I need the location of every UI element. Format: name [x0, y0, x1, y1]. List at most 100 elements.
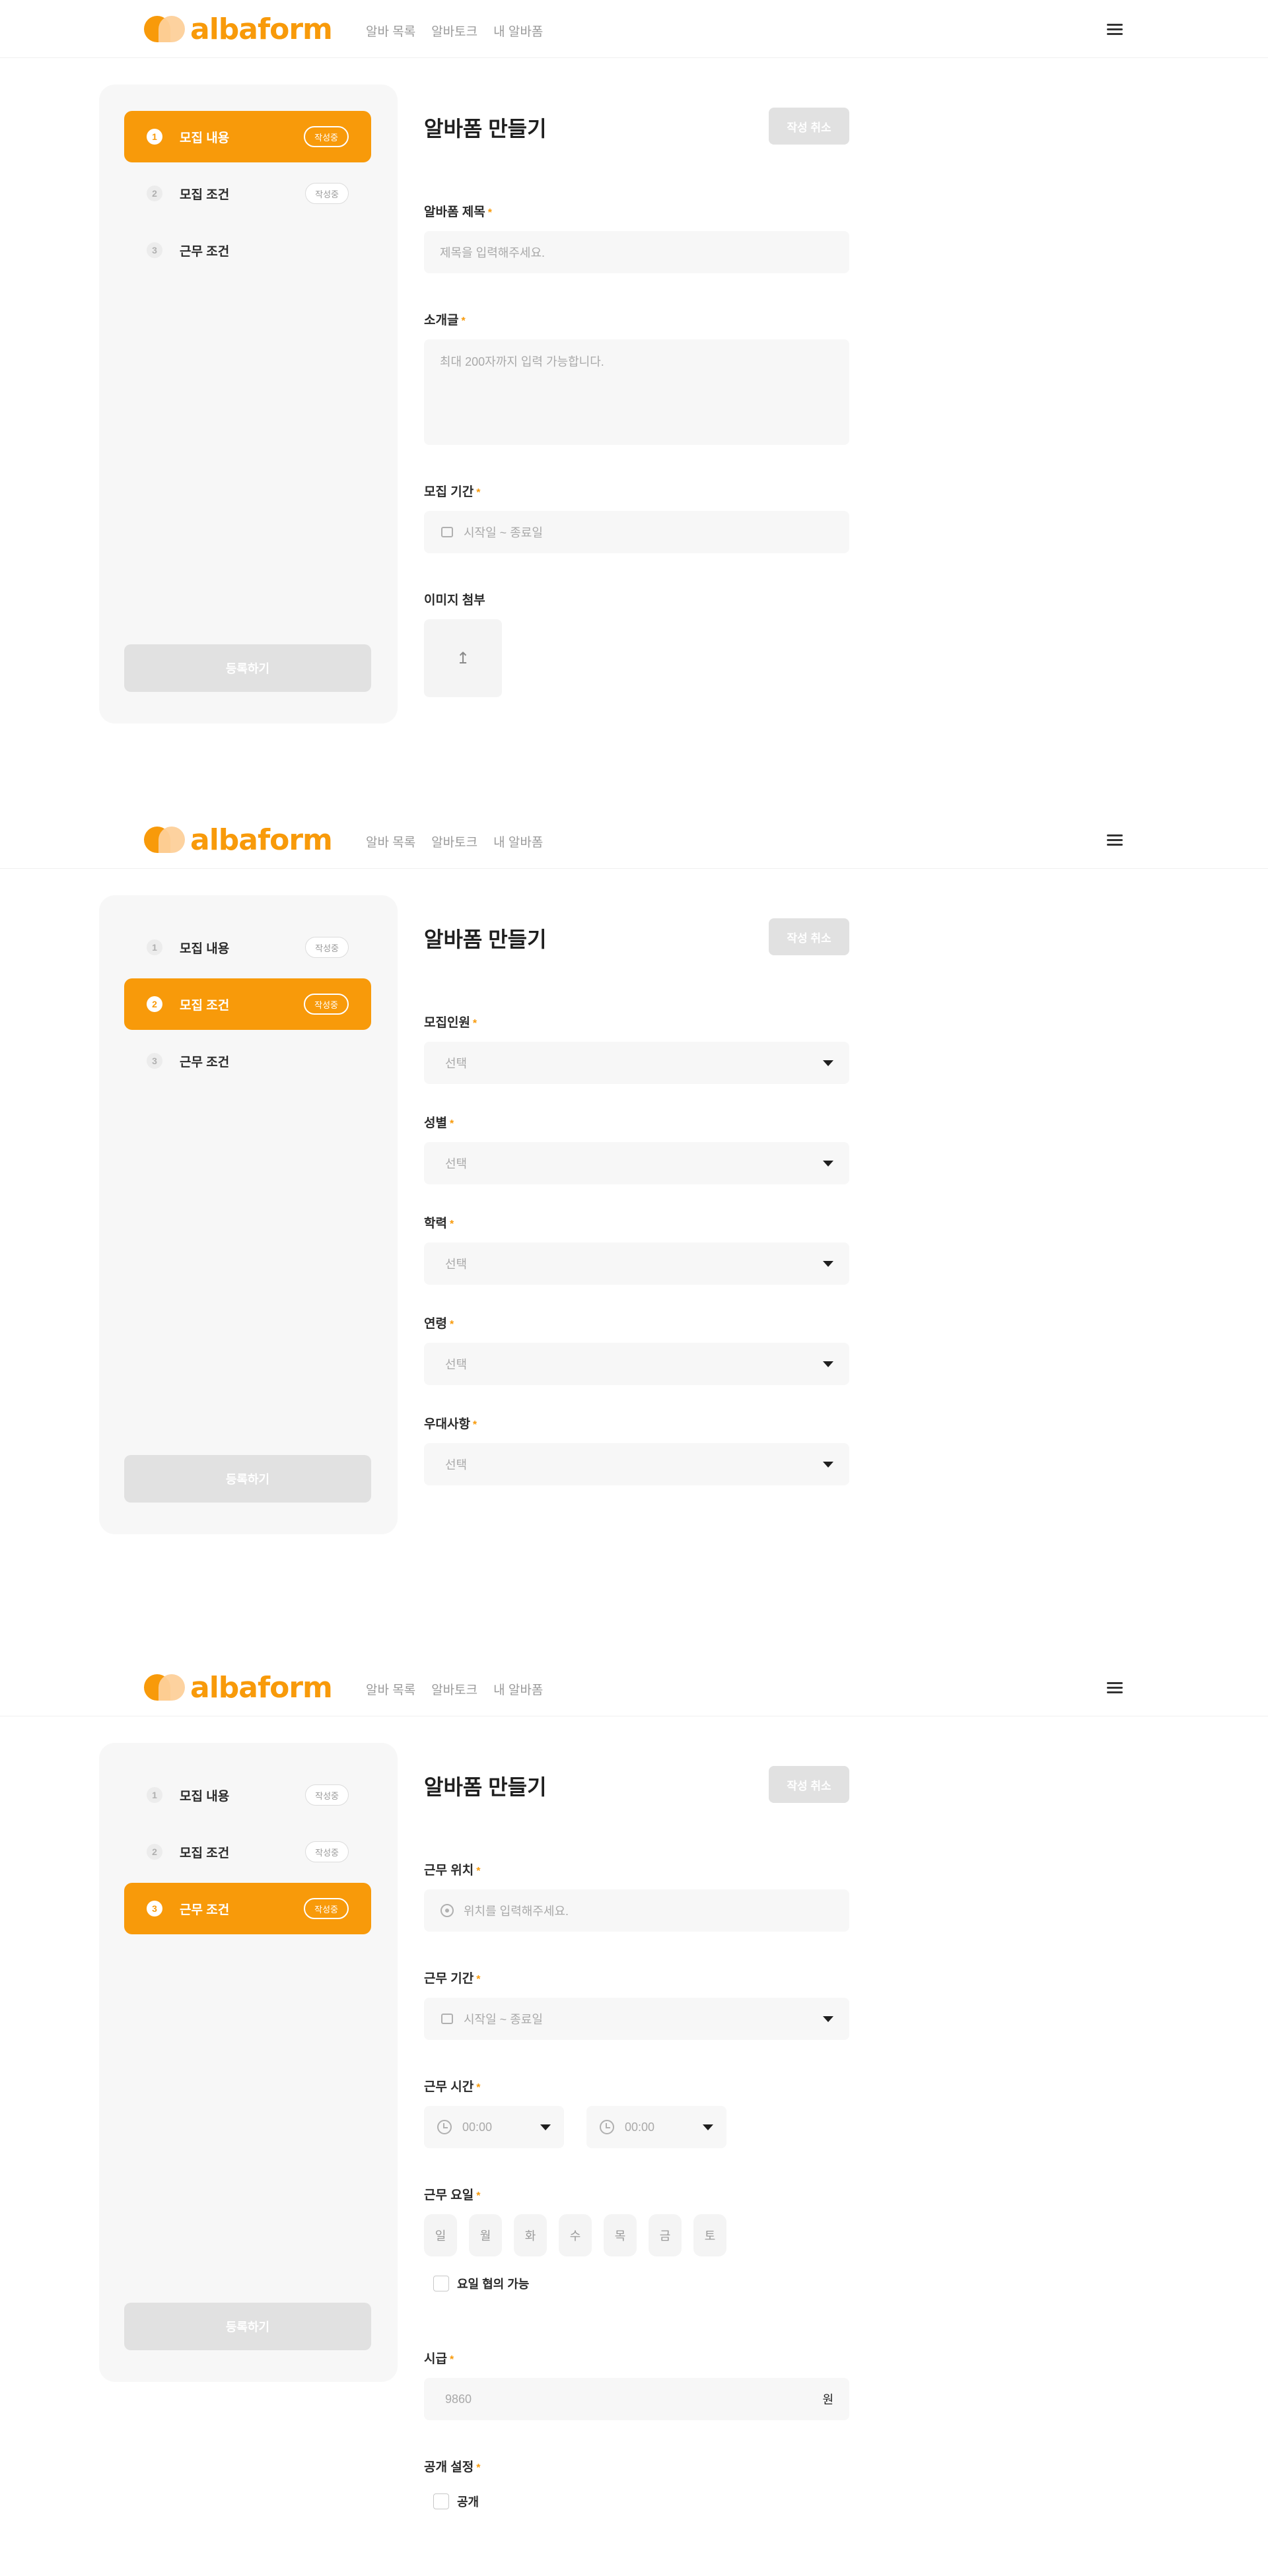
step-number: 2	[147, 1844, 162, 1860]
preference-select[interactable]: 선택	[424, 1443, 849, 1485]
step-number: 1	[147, 129, 162, 145]
cancel-button[interactable]: 작성 취소	[769, 108, 849, 145]
step-number: 2	[147, 996, 162, 1012]
location-pin-icon	[440, 1903, 454, 1918]
step-label: 모집 조건	[180, 187, 230, 202]
step-item-work-condition[interactable]: 3 근무 조건	[124, 224, 371, 276]
recruit-period-input[interactable]: 시작일 ~ 종료일	[424, 511, 849, 553]
wage-input[interactable]: 9860 원	[424, 2378, 849, 2420]
header: albaform 알바 목록 알바토크 내 알바폼	[0, 1658, 1268, 1716]
step-label: 근무 조건	[180, 1903, 230, 1917]
day-toggle-sun[interactable]: 일	[424, 2214, 457, 2256]
chevron-down-icon	[823, 1361, 833, 1367]
step-item-work-condition[interactable]: 3 근무 조건	[124, 1035, 371, 1087]
end-time-select[interactable]: 00:00	[586, 2106, 726, 2148]
day-toggle-tue[interactable]: 화	[514, 2214, 547, 2256]
chevron-down-icon	[540, 2124, 551, 2130]
work-period-select[interactable]: 시작일 ~ 종료일	[424, 1998, 849, 2040]
day-toggle-sat[interactable]: 토	[693, 2214, 726, 2256]
cancel-button[interactable]: 작성 취소	[769, 1766, 849, 1803]
day-toggle-thu[interactable]: 목	[604, 2214, 637, 2256]
nav-alba-talk[interactable]: 알바토크	[431, 1680, 477, 1698]
nav-my-albaform[interactable]: 내 알바폼	[493, 832, 543, 850]
step-item-work-condition[interactable]: 3 근무 조건 작성중	[124, 1883, 371, 1934]
step-sidebar: 1 모집 내용 작성중 2 모집 조건 작성중 3 근무 조건 등록하기	[99, 85, 398, 724]
clock-icon	[437, 2120, 452, 2134]
education-select[interactable]: 선택	[424, 1242, 849, 1285]
step-label: 모집 내용	[180, 131, 230, 145]
page-title: 알바폼 만들기	[424, 117, 547, 141]
logo-text: albaform	[190, 12, 333, 46]
field-label-recruit-period: 모집 기간 *	[424, 485, 481, 499]
header: albaform 알바 목록 알바토크 내 알바폼	[0, 0, 1268, 58]
day-toggle-fri[interactable]: 금	[649, 2214, 682, 2256]
clock-icon	[600, 2120, 614, 2134]
nav-my-albaform[interactable]: 내 알바폼	[493, 22, 543, 40]
status-badge: 작성중	[305, 183, 349, 204]
calendar-icon	[440, 525, 454, 539]
image-upload-button[interactable]: ↥	[424, 619, 502, 697]
day-toggle-wed[interactable]: 수	[559, 2214, 592, 2256]
step-label: 근무 조건	[180, 244, 230, 259]
nav-alba-talk[interactable]: 알바토크	[431, 22, 477, 40]
location-input[interactable]: 위치를 입력해주세요.	[424, 1889, 849, 1932]
submit-button[interactable]: 등록하기	[124, 2303, 371, 2350]
day-toggle-mon[interactable]: 월	[469, 2214, 502, 2256]
submit-button[interactable]: 등록하기	[124, 1455, 371, 1503]
main-nav: 알바 목록 알바토크 내 알바폼	[366, 832, 543, 850]
logo[interactable]: albaform	[144, 823, 333, 857]
nav-my-albaform[interactable]: 내 알바폼	[493, 1680, 543, 1698]
checkbox-label: 요일 협의 가능	[457, 2278, 530, 2291]
step-number: 3	[147, 1053, 162, 1069]
step-sidebar: 1 모집 내용 작성중 2 모집 조건 작성중 3 근무 조건 등록하기	[99, 895, 398, 1534]
field-label-education: 학력 *	[424, 1217, 454, 1231]
step-item-recruit-condition[interactable]: 2 모집 조건 작성중	[124, 978, 371, 1030]
chevron-down-icon	[823, 1260, 833, 1267]
upload-icon: ↥	[456, 649, 470, 667]
field-label-age: 연령 *	[424, 1317, 454, 1331]
field-label-wage: 시급 *	[424, 2352, 454, 2366]
checkbox-box[interactable]	[433, 2493, 449, 2509]
logo[interactable]: albaform	[144, 1671, 333, 1705]
status-badge: 작성중	[304, 126, 349, 147]
public-checkbox[interactable]: 공개	[433, 2493, 479, 2510]
step-item-recruit-condition[interactable]: 2 모집 조건 작성중	[124, 1826, 371, 1878]
title-input[interactable]: 제목을 입력해주세요.	[424, 231, 849, 273]
intro-textarea[interactable]: 최대 200자까지 입력 가능합니다.	[424, 339, 849, 445]
calendar-icon	[440, 2012, 454, 2026]
step-number: 1	[147, 939, 162, 955]
hamburger-menu-icon[interactable]	[1107, 22, 1124, 36]
hamburger-menu-icon[interactable]	[1107, 833, 1124, 846]
step-item-recruit-condition[interactable]: 2 모집 조건 작성중	[124, 168, 371, 219]
nav-alba-list[interactable]: 알바 목록	[366, 22, 415, 40]
section-step-2: albaform 알바 목록 알바토크 내 알바폼 1 모집 내용 작성중 2 …	[0, 811, 1268, 1576]
chevron-down-icon	[703, 2124, 713, 2130]
start-time-select[interactable]: 00:00	[424, 2106, 564, 2148]
step-item-recruit-content[interactable]: 1 모집 내용 작성중	[124, 111, 371, 162]
headcount-select[interactable]: 선택	[424, 1042, 849, 1084]
logo-text: albaform	[190, 823, 333, 857]
day-negotiable-checkbox[interactable]: 요일 협의 가능	[433, 2275, 529, 2292]
cancel-button[interactable]: 작성 취소	[769, 918, 849, 955]
checkbox-box[interactable]	[433, 2276, 449, 2291]
field-label-work-days: 근무 요일 *	[424, 2188, 481, 2202]
field-label-preference: 우대사항 *	[424, 1417, 477, 1431]
logo-mark-icon	[144, 827, 185, 853]
status-badge: 작성중	[304, 1898, 349, 1919]
hamburger-menu-icon[interactable]	[1107, 1681, 1124, 1694]
step-item-recruit-content[interactable]: 1 모집 내용 작성중	[124, 922, 371, 973]
submit-button[interactable]: 등록하기	[124, 644, 371, 692]
logo[interactable]: albaform	[144, 12, 333, 46]
gender-select[interactable]: 선택	[424, 1142, 849, 1184]
nav-alba-list[interactable]: 알바 목록	[366, 832, 415, 850]
field-label-work-time: 근무 시간 *	[424, 2080, 481, 2094]
field-label-image: 이미지 첨부	[424, 593, 485, 607]
step-item-recruit-content[interactable]: 1 모집 내용 작성중	[124, 1769, 371, 1821]
logo-mark-icon	[144, 1674, 185, 1701]
checkbox-label: 공개	[457, 2495, 479, 2509]
step-label: 모집 조건	[180, 1846, 230, 1860]
field-label-public: 공개 설정 *	[424, 2460, 481, 2474]
nav-alba-talk[interactable]: 알바토크	[431, 832, 477, 850]
nav-alba-list[interactable]: 알바 목록	[366, 1680, 415, 1698]
age-select[interactable]: 선택	[424, 1343, 849, 1385]
